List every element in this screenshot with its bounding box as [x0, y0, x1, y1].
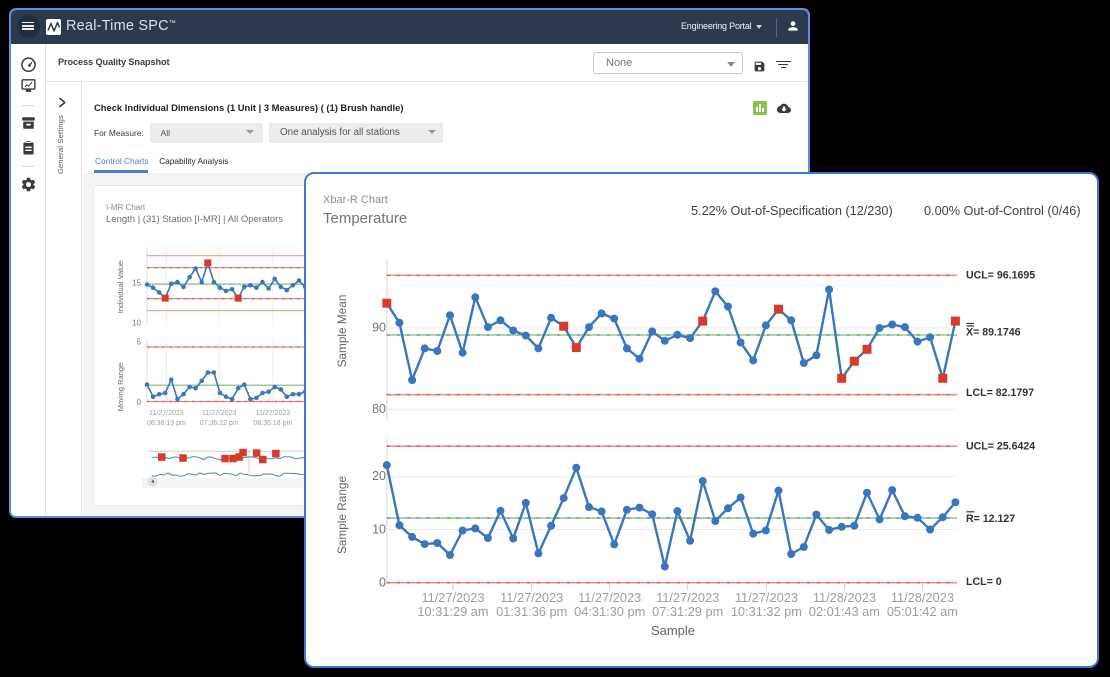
- svg-text:11/27/2023: 11/27/2023: [149, 410, 184, 417]
- svg-text:11/28/2023: 11/28/2023: [813, 590, 876, 605]
- svg-text:11/27/2023: 11/27/2023: [578, 590, 641, 605]
- svg-text:5: 5: [137, 338, 142, 347]
- svg-text:10:31:29 am: 10:31:29 am: [417, 604, 488, 619]
- svg-text:08:36:18 pm: 08:36:18 pm: [253, 420, 292, 427]
- svg-text:01:31:36 pm: 01:31:36 pm: [496, 604, 567, 619]
- svg-text:11/28/2023: 11/28/2023: [891, 590, 954, 605]
- svg-text:Sample Mean: Sample Mean: [335, 295, 349, 368]
- svg-text:11/27/2023: 11/27/2023: [500, 590, 563, 605]
- svg-text:Sample Range: Sample Range: [335, 476, 349, 554]
- svg-text:R= 12.127: R= 12.127: [966, 513, 1015, 525]
- svg-text:11/27/2023: 11/27/2023: [656, 590, 719, 605]
- svg-text:11/27/2023: 11/27/2023: [421, 590, 484, 605]
- svg-text:05:01:42 am: 05:01:42 am: [887, 604, 958, 619]
- svg-text:10:31:32 pm: 10:31:32 pm: [731, 604, 802, 619]
- svg-text:11/27/2023: 11/27/2023: [735, 590, 798, 605]
- svg-text:20: 20: [372, 469, 386, 483]
- svg-text:X= 89.1746: X= 89.1746: [966, 327, 1021, 339]
- svg-text:UCL= 25.6424: UCL= 25.6424: [966, 441, 1035, 453]
- svg-text:LCL= 0: LCL= 0: [966, 576, 1002, 588]
- svg-text:Moving Range: Moving Range: [116, 363, 125, 411]
- svg-text:11/27/2023: 11/27/2023: [202, 410, 237, 417]
- svg-text:11/27/2023: 11/27/2023: [256, 410, 291, 417]
- svg-text:07:31:29 pm: 07:31:29 pm: [652, 604, 723, 619]
- svg-text:02:01:43 am: 02:01:43 am: [809, 604, 880, 619]
- svg-text:80: 80: [372, 402, 386, 416]
- svg-text:10: 10: [132, 319, 141, 328]
- svg-text:Sample: Sample: [651, 623, 695, 638]
- svg-text:0: 0: [137, 398, 142, 407]
- svg-text:04:31:30 pm: 04:31:30 pm: [574, 604, 645, 619]
- svg-text:07:36:22 pm: 07:36:22 pm: [200, 420, 239, 427]
- svg-text:Individual Value: Individual Value: [116, 261, 125, 313]
- svg-text:LCL= 82.1797: LCL= 82.1797: [966, 387, 1034, 399]
- svg-text:UCL= 96.1695: UCL= 96.1695: [966, 270, 1035, 282]
- svg-text:10: 10: [372, 522, 386, 536]
- svg-text:0: 0: [379, 576, 386, 590]
- svg-text:90: 90: [372, 321, 386, 335]
- svg-text:06:36:19 pm: 06:36:19 pm: [147, 420, 186, 427]
- svg-text:15: 15: [132, 279, 141, 288]
